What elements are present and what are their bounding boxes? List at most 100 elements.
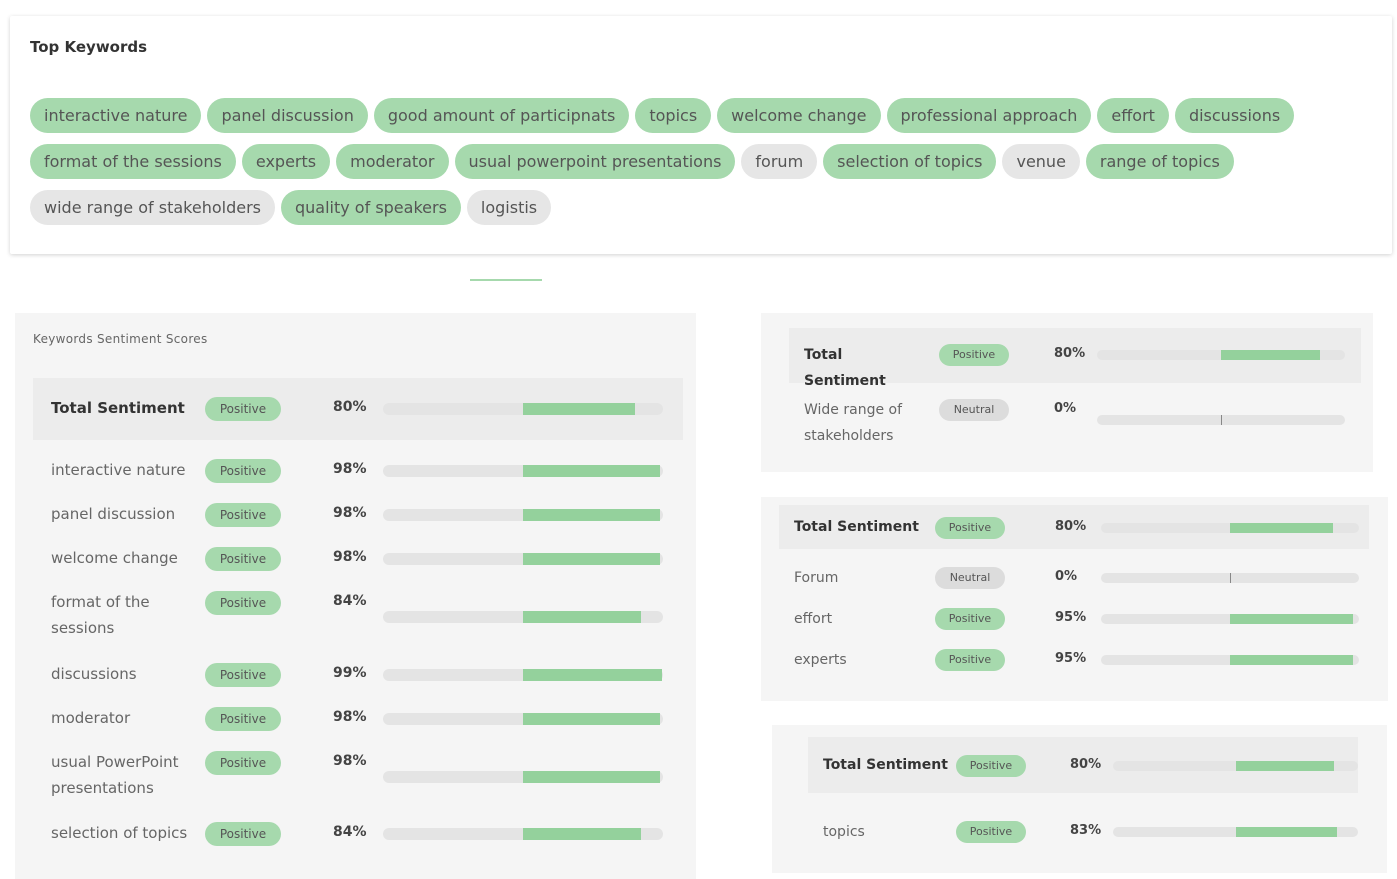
keyword-label: welcome change [51,549,178,567]
total-sentiment-label: Total Sentiment [794,519,919,535]
keyword-chip-effort[interactable]: effort [1097,98,1169,133]
sentiment-row: welcome change Positive 98% [33,543,683,579]
sentiment-percent: 80% [333,399,367,415]
keyword-chip-logistis[interactable]: logistis [466,190,552,225]
sentiment-badge: Positive [205,663,281,687]
sentiment-percent: 80% [1054,346,1086,361]
sentiment-bar-midpoint [1221,415,1222,425]
sentiment-row: moderator Positive 98% [33,703,683,739]
sentiment-bar [383,553,663,565]
keyword-label: effort [794,611,833,627]
keywords-sentiment-panel: Keywords Sentiment Scores Total Sentimen… [15,313,696,879]
sentiment-bar [383,771,663,783]
sentiment-row: experts Positive 95% [779,647,1369,677]
keyword-chip-discussions[interactable]: discussions [1174,98,1295,133]
keyword-label: interactive nature [51,461,186,479]
sentiment-percent: 99% [333,665,367,681]
keyword-chip-panel-discussion[interactable]: panel discussion [207,98,368,133]
sentiment-badge: Positive [935,608,1005,630]
keyword-chip-selection-of-topics[interactable]: selection of topics [823,144,997,179]
sentiment-row: topics Positive 83% [808,817,1358,847]
keyword-label: selection of topics [51,824,188,842]
sentiment-badge: Positive [205,751,281,775]
sentiment-badge: Positive [956,821,1026,843]
keyword-label: experts [794,652,847,668]
sentiment-bar-fill [1230,655,1353,665]
sentiment-bar [1113,761,1358,771]
keyword-chip-forum[interactable]: forum [741,144,818,179]
sentiment-percent: 0% [1055,569,1078,584]
sentiment-bar-midpoint [1230,573,1231,583]
total-sentiment-label: Total Sentiment [51,399,185,417]
sentiment-percent: 95% [1055,651,1087,666]
sentiment-row: panel discussion Positive 98% [33,499,683,535]
keyword-chip-interactive-nature[interactable]: interactive nature [30,98,202,133]
sentiment-bar-fill [1235,827,1338,837]
keyword-chip-topics[interactable]: topics [635,98,712,133]
sentiment-percent: 0% [1054,401,1077,416]
sentiment-bar [383,403,663,415]
keyword-chip-format-of-the-sessions[interactable]: format of the sessions [30,144,236,179]
sentiment-percent: 84% [333,593,367,609]
sentiment-badge: Positive [205,503,281,527]
sentiment-badge: Neutral [935,567,1005,589]
sentiment-percent: 98% [333,753,367,769]
total-sentiment-row: Total Sentiment Positive 80% [808,737,1358,793]
sentiment-badge: Positive [205,591,281,615]
sentiment-bar-fill [1221,350,1321,360]
keyword-chip-good-amount-of-participnats[interactable]: good amount of participnats [373,98,630,133]
total-sentiment-row: Total Sentiment Positive 80% [779,505,1369,549]
sentiment-bar-fill [523,465,661,477]
keyword-chip-welcome-change[interactable]: welcome change [717,98,881,133]
sentiment-bar-fill [523,669,662,681]
sentiment-percent: 98% [333,505,367,521]
sentiment-bar [383,828,663,840]
keyword-chip-usual-powerpoint-presentations[interactable]: usual powerpoint presentations [454,144,736,179]
keyword-label: topics [823,824,865,840]
sentiment-percent: 80% [1055,519,1087,534]
keyword-chip-wide-range-of-stakeholders[interactable]: wide range of stakeholders [30,190,275,225]
sentiment-bar [383,611,663,623]
keyword-chip-venue[interactable]: venue [1002,144,1080,179]
sentiment-badge: Neutral [939,399,1009,421]
sentiment-bar-fill [523,828,641,840]
sentiment-bar-fill [1230,523,1334,533]
sentiment-bar-fill [1235,761,1334,771]
sentiment-bar-fill [523,771,661,783]
keyword-label: Wide range of stakeholders [804,402,903,444]
sentiment-badge: Positive [205,397,281,421]
keyword-chip-professional-approach[interactable]: professional approach [886,98,1092,133]
sentiment-percent: 98% [333,549,367,565]
panel-title: Keywords Sentiment Scores [33,332,208,346]
sentiment-bar [383,713,663,725]
keyword-chip-list: interactive nature panel discussion good a… [30,98,1370,236]
keyword-label: moderator [51,709,131,727]
total-sentiment-row: Total Sentiment Positive 80% [33,378,683,440]
sentiment-percent: 98% [333,709,367,725]
sentiment-bar [1101,614,1359,624]
sentiment-badge: Positive [205,459,281,483]
sentiment-percent: 84% [333,824,367,840]
sentiment-row: Forum Neutral 0% [779,565,1369,595]
keyword-chip-range-of-topics[interactable]: range of topics [1085,144,1234,179]
keyword-chip-moderator[interactable]: moderator [336,144,449,179]
sentiment-panel-topics: Total Sentiment Positive 80% topics Positive… [772,725,1387,873]
sentiment-bar [1101,573,1359,583]
sentiment-percent: 95% [1055,610,1087,625]
keyword-label: format of the sessions [51,593,150,637]
total-sentiment-label: Total Sentiment [823,757,948,773]
sentiment-panel-stakeholders: Total Sentiment Positive 80% Wide range of … [761,313,1373,472]
keyword-label: usual PowerPoint presentations [51,753,179,797]
sentiment-bar [383,509,663,521]
sentiment-bar [1101,523,1359,533]
sentiment-row: discussions Positive 99% [33,659,683,695]
keyword-label: panel discussion [51,505,176,523]
sentiment-row: selection of topics Positive 84% [33,818,683,854]
sentiment-bar-fill [523,611,641,623]
keyword-chip-quality-of-speakers[interactable]: quality of speakers [280,190,461,225]
keyword-chip-experts[interactable]: experts [241,144,331,179]
sentiment-row: effort Positive 95% [779,606,1369,636]
sentiment-bar-fill [523,403,635,415]
sentiment-percent: 83% [1070,823,1102,838]
sentiment-bar [1097,415,1345,425]
